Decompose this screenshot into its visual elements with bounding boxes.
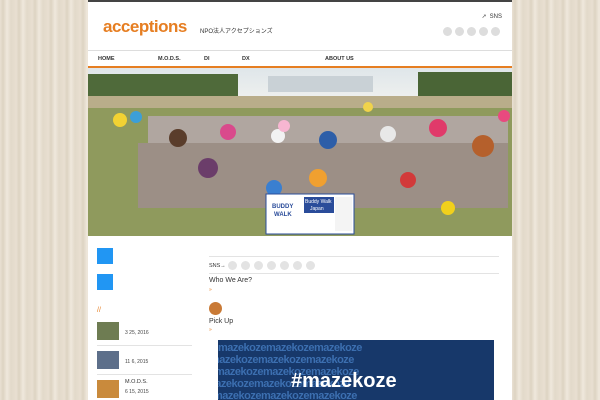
nav-about-us[interactable]: ABOUT US — [325, 56, 354, 62]
hero-photo[interactable]: BUDDY WALK Buddy Walk Japan — [88, 68, 512, 236]
site-logo[interactable]: acceptions — [103, 17, 187, 37]
post-date: 6 15, 2015 — [125, 389, 149, 395]
nav-mods[interactable]: M.O.D.S. — [158, 56, 181, 62]
nav-di[interactable]: DI — [204, 56, 210, 62]
mazekoze-banner[interactable]: mazekozemazekozemazekoze mazekozemazekoz… — [218, 340, 494, 400]
avatar[interactable] — [209, 302, 222, 315]
pick-up-bullet: » — [209, 327, 212, 333]
content-divider — [209, 273, 499, 274]
google-plus-icon[interactable] — [254, 261, 263, 270]
sidebar-divider — [97, 374, 192, 375]
social-icons — [443, 27, 500, 36]
content-divider — [209, 256, 499, 257]
post-thumbnail[interactable] — [97, 322, 119, 340]
sidebar-post[interactable]: 11 6, 2015 — [97, 351, 192, 373]
post-date: 11 6, 2015 — [125, 359, 149, 365]
arrow-icon[interactable] — [293, 261, 302, 270]
facebook-icon[interactable] — [443, 27, 452, 36]
mazekoze-hashtag: #mazekoze — [291, 370, 397, 392]
share-icon: ➚ — [481, 14, 487, 20]
pick-up-title[interactable]: Pick Up — [209, 318, 233, 325]
page-container: acceptions NPO法人アクセプションズ ➚ SNS HOME M.O.D… — [88, 0, 512, 400]
sidebar-post[interactable]: 3 25, 2016 — [97, 322, 192, 344]
banner-watermark: mazekozemazekozemazekoze — [218, 342, 362, 354]
top-bar — [88, 0, 512, 2]
nav-dx[interactable]: DX — [242, 56, 250, 62]
google-plus-icon[interactable] — [455, 27, 464, 36]
twitter-icon[interactable] — [467, 27, 476, 36]
sidebar-blue-square-1[interactable] — [97, 248, 113, 264]
sidebar-divider — [97, 345, 192, 346]
mail-icon[interactable] — [280, 261, 289, 270]
arrow-icon[interactable] — [267, 261, 276, 270]
sns-label: SNS — [489, 14, 502, 20]
post-thumbnail[interactable] — [97, 380, 119, 398]
share-icons — [228, 261, 315, 270]
banner-watermark: mazekozemazekozemazekoze — [218, 354, 354, 366]
youtube-icon[interactable] — [479, 27, 488, 36]
who-we-are-bullet: » — [209, 287, 212, 293]
envelope-icon[interactable] — [306, 261, 315, 270]
twitter-icon[interactable] — [241, 261, 250, 270]
nav-home[interactable]: HOME — [98, 56, 115, 62]
post-title[interactable]: M.O.D.S. — [125, 379, 148, 385]
sidebar-heading: // — [97, 307, 101, 314]
main-nav: HOME M.O.D.S. DI DX ABOUT US — [88, 50, 512, 67]
buddy-walk-logo-line1: BUDDY — [272, 204, 294, 210]
post-thumbnail[interactable] — [97, 351, 119, 369]
sns-link[interactable]: ➚ SNS — [482, 13, 502, 20]
buddy-walk-banner-line1: Buddy Walk — [305, 199, 332, 205]
buddy-walk-banner-line2: Japan — [310, 206, 324, 212]
rss-icon[interactable] — [491, 27, 500, 36]
share-label: SNS→ — [209, 263, 226, 269]
buddy-walk-logo-line2: WALK — [274, 212, 292, 218]
facebook-icon[interactable] — [228, 261, 237, 270]
sidebar-blue-square-2[interactable] — [97, 274, 113, 290]
buddy-walk-banner: BUDDY WALK Buddy Walk Japan — [266, 194, 354, 234]
sidebar-post[interactable]: M.O.D.S. 6 15, 2015 — [97, 379, 192, 400]
site-subtitle: NPO法人アクセプションズ — [200, 29, 273, 35]
who-we-are-title[interactable]: Who We Are? — [209, 277, 252, 284]
post-date: 3 25, 2016 — [125, 330, 149, 336]
